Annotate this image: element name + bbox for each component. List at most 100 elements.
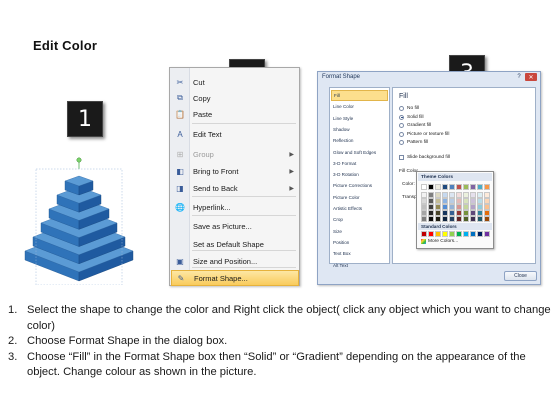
instruction-item: 3. Choose “Fill” in the Format Shape box… xyxy=(8,350,526,379)
close-icon[interactable]: ✕ xyxy=(525,73,537,81)
scissors-icon: ✂ xyxy=(176,77,184,87)
fill-heading: Fill xyxy=(399,93,408,100)
standard-color-swatch[interactable] xyxy=(470,231,476,237)
menu-item-edit-text[interactable]: A Edit Text xyxy=(171,126,299,142)
color-swatch[interactable] xyxy=(470,184,476,190)
nav-item-text-box[interactable]: Text Box xyxy=(331,248,388,259)
color-swatch[interactable] xyxy=(435,216,441,222)
context-menu: ✂ Cut ⧉ Copy 📋 Paste A Edit Text ⊞ Group ▶ ◧ Bring t… xyxy=(169,67,300,286)
menu-item-bring-to-front[interactable]: ◧ Bring to Front ▶ xyxy=(171,163,299,179)
standard-color-swatch[interactable] xyxy=(421,231,427,237)
color-swatch[interactable] xyxy=(449,216,455,222)
color-swatch[interactable] xyxy=(463,184,469,190)
color-label: Color: xyxy=(402,182,415,187)
more-colors-item[interactable]: More Colors... xyxy=(421,239,458,244)
menu-item-save-as-picture[interactable]: Save as Picture... xyxy=(171,218,299,234)
color-swatch[interactable] xyxy=(421,184,427,190)
send-to-back-icon: ◨ xyxy=(176,183,184,193)
size-position-icon: ▣ xyxy=(176,256,184,266)
menu-separator xyxy=(192,215,296,216)
instruction-item: 1. Select the shape to change the color … xyxy=(8,304,551,332)
standard-color-swatch[interactable] xyxy=(484,231,490,237)
menu-item-size-and-position[interactable]: ▣ Size and Position... xyxy=(171,253,299,269)
radio-pattern-fill[interactable]: Pattern fill xyxy=(399,139,428,146)
standard-color-swatch[interactable] xyxy=(456,231,462,237)
rotation-handle xyxy=(76,157,82,163)
menu-separator xyxy=(192,123,296,124)
menu-item-cut[interactable]: ✂ Cut xyxy=(171,74,299,90)
standard-color-swatch[interactable] xyxy=(449,231,455,237)
radio-solid-fill[interactable]: Solid fill xyxy=(399,114,424,121)
instruction-item: 2. Choose Format Shape in the dialog box… xyxy=(8,335,228,348)
format-shape-icon: ✎ xyxy=(177,273,185,283)
submenu-arrow-icon: ▶ xyxy=(289,151,294,158)
nav-item-picture-corrections[interactable]: Picture Corrections xyxy=(331,180,388,191)
radio-gradient-fill[interactable]: Gradient fill xyxy=(399,122,431,129)
color-swatch[interactable] xyxy=(449,184,455,190)
menu-separator xyxy=(192,196,296,197)
nav-item-glow-and-soft-edges[interactable]: Glow and Soft Edges xyxy=(331,147,388,158)
color-swatch[interactable] xyxy=(477,184,483,190)
radio-no-fill[interactable]: No fill xyxy=(399,105,419,112)
nav-item-artistic-effects[interactable]: Artistic Effects xyxy=(331,203,388,214)
nav-item-3-d-format[interactable]: 3-D Format xyxy=(331,158,388,169)
color-swatch[interactable] xyxy=(484,184,490,190)
standard-color-swatch[interactable] xyxy=(463,231,469,237)
group-icon: ⊞ xyxy=(176,149,184,159)
nav-item-shadow[interactable]: Shadow xyxy=(331,124,388,135)
hyperlink-icon: 🌐 xyxy=(175,202,185,212)
color-swatch[interactable] xyxy=(428,216,434,222)
nav-item-position[interactable]: Position xyxy=(331,237,388,248)
color-swatch[interactable] xyxy=(442,184,448,190)
dialog-title: Format Shape xyxy=(322,74,361,80)
nav-item-crop[interactable]: Crop xyxy=(331,214,388,225)
edit-text-icon: A xyxy=(177,129,183,139)
menu-item-group: ⊞ Group ▶ xyxy=(171,146,299,162)
color-swatch[interactable] xyxy=(442,216,448,222)
nav-item-alt-text[interactable]: Alt Text xyxy=(331,260,388,271)
color-swatch[interactable] xyxy=(428,184,434,190)
submenu-arrow-icon: ▶ xyxy=(289,168,294,175)
nav-item-line-color[interactable]: Line Color xyxy=(331,101,388,112)
color-swatch[interactable] xyxy=(470,216,476,222)
standard-color-swatch[interactable] xyxy=(477,231,483,237)
help-icon[interactable]: ? xyxy=(515,73,523,81)
page-title: Edit Color xyxy=(33,38,98,53)
bring-to-front-icon: ◧ xyxy=(176,166,184,176)
standard-colors-header: Standard Colors xyxy=(418,223,492,230)
nav-item-fill[interactable]: Fill xyxy=(331,90,388,101)
color-swatch[interactable] xyxy=(477,216,483,222)
color-wheel-icon xyxy=(421,239,426,244)
theme-colors-popup: Theme Colors Standard Colors More Colors… xyxy=(416,171,494,249)
nav-item-size[interactable]: Size xyxy=(331,226,388,237)
paste-icon: 📋 xyxy=(175,109,185,119)
copy-icon: ⧉ xyxy=(177,93,183,102)
color-swatch[interactable] xyxy=(463,216,469,222)
nav-item-reflection[interactable]: Reflection xyxy=(331,135,388,146)
slide-background-fill-checkbox[interactable]: Slide background fill xyxy=(399,154,450,161)
nav-item-picture-color[interactable]: Picture Color xyxy=(331,192,388,203)
close-button[interactable]: Close xyxy=(504,271,537,281)
menu-item-set-as-default-shape[interactable]: Set as Default Shape xyxy=(171,236,299,252)
menu-item-hyperlink[interactable]: 🌐 Hyperlink... xyxy=(171,199,299,215)
color-swatch[interactable] xyxy=(456,216,462,222)
color-swatch[interactable] xyxy=(484,216,490,222)
color-swatch[interactable] xyxy=(435,184,441,190)
standard-color-swatch[interactable] xyxy=(435,231,441,237)
standard-color-swatch[interactable] xyxy=(442,231,448,237)
submenu-arrow-icon: ▶ xyxy=(289,185,294,192)
nav-item-line-style[interactable]: Line Style xyxy=(331,113,388,124)
menu-item-paste[interactable]: 📋 Paste xyxy=(171,106,299,122)
theme-colors-header: Theme Colors xyxy=(418,173,492,181)
instructions-list: 1. Select the shape to change the color … xyxy=(8,303,556,381)
color-swatch[interactable] xyxy=(456,184,462,190)
color-swatch[interactable] xyxy=(421,216,427,222)
step-badge-1: 1 xyxy=(67,101,103,137)
menu-item-copy[interactable]: ⧉ Copy xyxy=(171,90,299,106)
menu-item-format-shape[interactable]: ✎ Format Shape... xyxy=(171,270,299,286)
menu-item-send-to-back[interactable]: ◨ Send to Back ▶ xyxy=(171,180,299,196)
pyramid-shape[interactable] xyxy=(18,155,140,285)
standard-color-swatch[interactable] xyxy=(428,231,434,237)
radio-picture-or-texture-fill[interactable]: Picture or texture fill xyxy=(399,131,449,138)
nav-item-3-d-rotation[interactable]: 3-D Rotation xyxy=(331,169,388,180)
